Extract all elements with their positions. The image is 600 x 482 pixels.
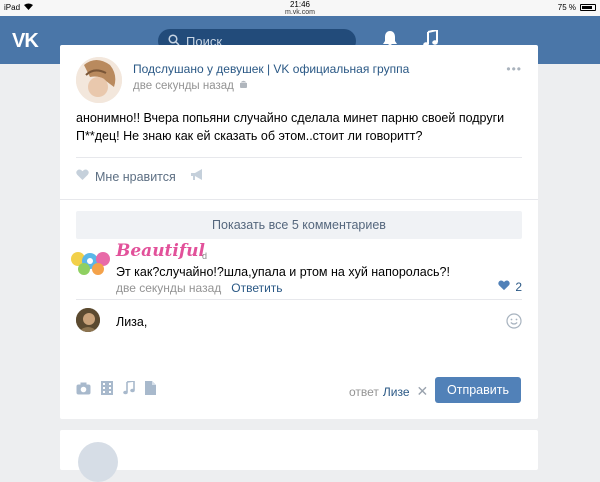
comment-time[interactable]: две секунды назад — [116, 281, 221, 295]
reply-to-name-link[interactable]: Лизе — [383, 385, 410, 399]
like-heart-icon[interactable] — [76, 169, 89, 184]
status-center: 21:46 m.vk.com — [0, 1, 600, 17]
heart-icon — [498, 280, 511, 294]
reply-to-prefix: ответ — [349, 384, 379, 399]
document-icon[interactable] — [145, 381, 156, 400]
comment-text: Эт как?случайно!?шла,упала и ртом на хуй… — [116, 265, 450, 279]
group-avatar[interactable] — [76, 57, 122, 103]
clock: 21:46 — [289, 0, 311, 9]
commenter-avatar[interactable] — [70, 241, 114, 281]
cancel-reply-close-icon[interactable]: ✕ — [417, 383, 429, 400]
audio-note-icon[interactable] — [123, 380, 135, 400]
comment-like-count: 2 — [515, 280, 522, 294]
post-timestamp[interactable]: две секунды назад — [133, 79, 248, 92]
video-icon[interactable] — [101, 381, 113, 400]
attach-toolbar — [76, 380, 156, 400]
ios-status-bar: iPad 21:46 m.vk.com 75 % — [0, 0, 600, 16]
comment-input[interactable]: Лиза, — [116, 315, 147, 329]
comment-meta: две секунды назад Ответить — [116, 281, 283, 295]
divider — [76, 157, 522, 158]
next-post-avatar[interactable] — [78, 442, 118, 482]
show-all-comments-button[interactable]: Показать все 5 комментариев — [76, 211, 522, 239]
commenter-name-tail: d — [202, 251, 208, 261]
reply-to-indicator: ответ Лизе ✕ — [349, 383, 428, 400]
comment-like-button[interactable]: 2 — [498, 280, 522, 294]
android-icon — [239, 79, 248, 92]
post-card: Подслушано у девушек | VK официальная гр… — [60, 45, 538, 419]
group-name-link[interactable]: Подслушано у девушек | VK официальная гр… — [133, 62, 409, 76]
like-label[interactable]: Мне нравится — [95, 170, 176, 184]
send-button[interactable]: Отправить — [435, 377, 521, 403]
post-text: анонимно!! Вчера попьяни случайно сделал… — [76, 111, 505, 143]
battery-icon — [580, 4, 596, 11]
vk-logo[interactable]: VK — [12, 30, 39, 53]
commenter-name-link[interactable]: Beautiful — [116, 241, 205, 261]
share-megaphone-icon[interactable] — [190, 169, 204, 184]
next-post-card — [60, 430, 538, 482]
divider — [76, 299, 522, 300]
battery-percent: 75 % — [557, 3, 576, 12]
current-user-avatar — [76, 308, 100, 332]
post-actions: Мне нравится — [76, 169, 204, 184]
more-options-icon[interactable]: ••• — [506, 62, 522, 76]
status-right: 75 % — [558, 3, 596, 12]
reply-link[interactable]: Ответить — [231, 281, 282, 295]
emoji-icon[interactable] — [506, 313, 522, 334]
post-time-text: две секунды назад — [133, 79, 234, 92]
camera-icon[interactable] — [76, 382, 91, 400]
divider — [60, 199, 538, 200]
